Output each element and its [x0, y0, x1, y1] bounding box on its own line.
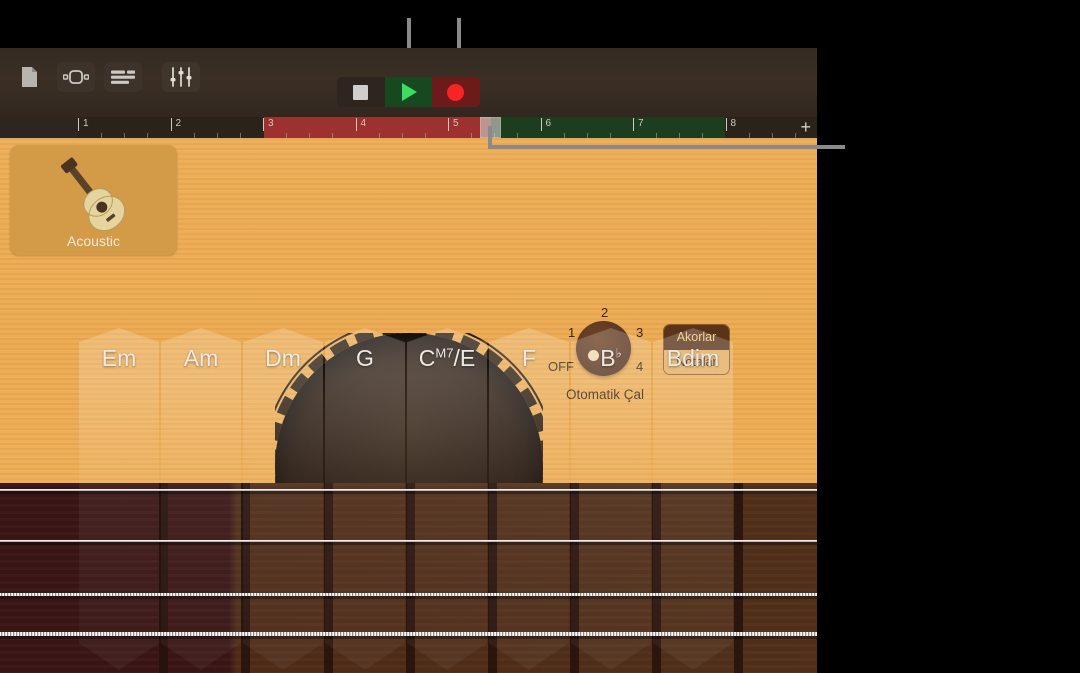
ruler-bar-4: 4	[355, 118, 366, 131]
chord-strip-foot	[243, 640, 323, 670]
guitar-string-1[interactable]	[0, 489, 817, 492]
mixer-icon[interactable]	[162, 62, 200, 92]
smart-guitar-surface: Acoustic OFF 1 2 3 4 Otomatik Çal	[0, 138, 817, 673]
add-track-button[interactable]: +	[800, 118, 811, 136]
string-shadow	[0, 596, 817, 600]
chord-label: B♭	[600, 345, 622, 371]
chord-strip-C[interactable]: CM7/E	[407, 328, 487, 670]
toolbar: ?	[0, 48, 817, 152]
callout-line-region	[488, 145, 845, 149]
string-shadow	[0, 491, 817, 495]
chord-label: Bdim	[666, 345, 720, 371]
ruler-bar-7: 7	[633, 118, 644, 131]
guitar-string-2[interactable]	[0, 540, 817, 543]
instrument-name: Acoustic	[67, 233, 120, 249]
ruler-bar-1: 1	[78, 118, 89, 131]
play-icon	[402, 83, 418, 101]
string-shadow	[0, 542, 817, 546]
track-list-icon[interactable]	[104, 62, 142, 92]
chord-strip-foot	[407, 640, 487, 670]
ruler-bar-6: 6	[540, 118, 551, 131]
chord-strip-Dm[interactable]: Dm	[243, 328, 323, 670]
fret-line	[734, 483, 743, 673]
chord-strip-body	[489, 375, 569, 640]
stop-button[interactable]	[337, 77, 385, 107]
chord-strip-body	[571, 375, 651, 640]
chord-label: Am	[183, 345, 219, 371]
chord-label: G	[356, 345, 374, 371]
chord-strip-B[interactable]: B♭	[571, 328, 651, 670]
track-list-glyph	[111, 70, 135, 84]
chord-strip-foot	[79, 640, 159, 670]
guitar-string-3[interactable]	[0, 593, 817, 597]
chord-strip-Am[interactable]: Am	[161, 328, 241, 670]
autoplay-label-2[interactable]: 2	[601, 305, 608, 320]
stop-icon	[353, 84, 369, 100]
chord-strip-Bdim[interactable]: Bdim	[653, 328, 733, 670]
chord-strip-body	[161, 375, 241, 640]
chord-label: F	[521, 345, 537, 371]
chord-strip-body	[407, 375, 487, 640]
chord-strip-foot	[325, 640, 405, 670]
chord-label: CM7/E	[418, 345, 476, 371]
record-button[interactable]	[432, 77, 480, 107]
chord-strip-foot	[653, 640, 733, 670]
transport-controls	[337, 77, 480, 107]
chord-strip-F[interactable]: F	[489, 328, 569, 670]
chord-strip-G[interactable]: G	[325, 328, 405, 670]
app-window: ? 1 2 3 4 5 6 7 8 +	[0, 48, 817, 673]
ruler-bar-3: 3	[263, 118, 274, 131]
guitar-string-4[interactable]	[0, 632, 817, 636]
ruler-bar-5: 5	[448, 118, 459, 131]
acoustic-guitar-icon	[61, 157, 126, 232]
mixer-glyph	[170, 67, 192, 87]
play-button[interactable]	[384, 77, 433, 107]
chord-strip-body	[325, 375, 405, 640]
document-glyph	[21, 67, 37, 87]
ruler-segment-green	[491, 117, 725, 138]
chord-strip-body	[653, 375, 733, 640]
chord-strip-foot	[161, 640, 241, 670]
timeline-ruler[interactable]: 1 2 3 4 5 6 7 8 +	[0, 117, 817, 146]
chord-strip-body	[243, 375, 323, 640]
chord-strip-foot	[571, 640, 651, 670]
instrument-card-acoustic[interactable]: Acoustic	[10, 145, 177, 255]
record-icon	[447, 83, 465, 101]
screenshot-root: ? 1 2 3 4 5 6 7 8 +	[0, 0, 1080, 673]
chord-strip-Em[interactable]: Em	[79, 328, 159, 670]
loop-browser-glyph	[63, 70, 89, 84]
string-shadow	[0, 635, 817, 639]
loop-browser-icon[interactable]	[57, 62, 95, 92]
ruler-bar-2: 2	[170, 118, 181, 131]
chord-label: Em	[101, 345, 137, 371]
chord-strip-foot	[489, 640, 569, 670]
chord-strip-body	[79, 375, 159, 640]
chord-label: Dm	[265, 345, 301, 371]
toolbar-left-group	[10, 62, 200, 92]
ruler-bar-8: 8	[725, 118, 736, 131]
document-icon[interactable]	[10, 62, 48, 92]
